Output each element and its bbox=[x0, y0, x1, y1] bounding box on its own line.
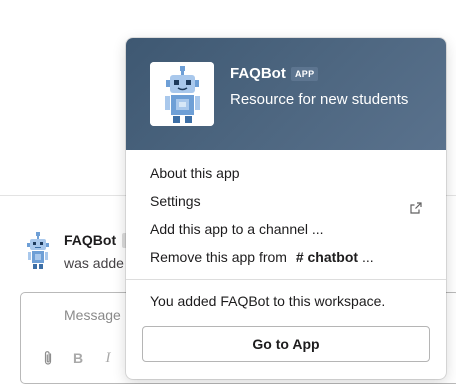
app-badge: APP bbox=[291, 67, 319, 81]
remove-label: Remove this app from bbox=[150, 249, 287, 265]
menu-item-settings-label: Settings bbox=[150, 193, 201, 209]
composer-placeholder: Message bbox=[64, 307, 121, 323]
message-text: was adde bbox=[64, 255, 124, 271]
menu-item-settings[interactable]: Settings bbox=[126, 187, 446, 215]
added-note: You added FAQBot to this workspace. bbox=[150, 293, 386, 309]
app-name: FAQBot bbox=[230, 65, 286, 82]
composer-toolbar: B I bbox=[33, 346, 123, 370]
remove-ellipsis: ... bbox=[358, 249, 374, 265]
app-window: FAQBot was adde Message B I FAQBot APP R… bbox=[0, 0, 456, 384]
menu-item-remove-from-channel[interactable]: Remove this app from # chatbot ... bbox=[126, 243, 446, 271]
robot-icon bbox=[150, 62, 214, 126]
bold-button[interactable]: B bbox=[63, 346, 93, 370]
app-profile-popover: FAQBot APP Resource for new students Abo… bbox=[126, 38, 446, 379]
external-link-icon bbox=[410, 195, 422, 214]
popover-divider bbox=[126, 279, 446, 280]
paperclip-icon[interactable] bbox=[33, 346, 63, 370]
go-to-app-button[interactable]: Go to App bbox=[142, 326, 430, 362]
popover-header: FAQBot APP Resource for new students bbox=[126, 38, 446, 150]
message-sender[interactable]: FAQBot bbox=[64, 232, 116, 248]
channel-name: # chatbot bbox=[295, 249, 359, 265]
menu-item-about[interactable]: About this app bbox=[126, 159, 446, 187]
popover-menu: About this app Settings Add this app to … bbox=[126, 159, 446, 271]
app-description: Resource for new students bbox=[230, 91, 409, 108]
italic-button[interactable]: I bbox=[93, 346, 123, 370]
robot-icon[interactable] bbox=[22, 232, 54, 270]
menu-item-add-to-channel[interactable]: Add this app to a channel ... bbox=[126, 215, 446, 243]
